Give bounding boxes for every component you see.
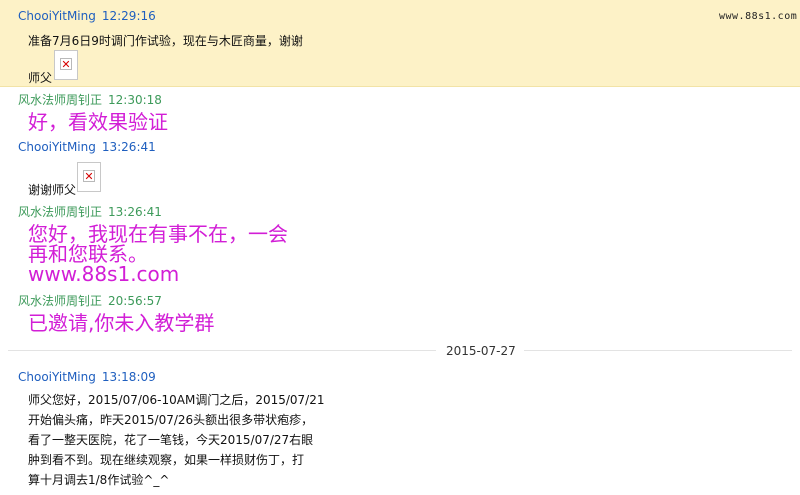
timestamp: 13:26:41 <box>108 205 162 219</box>
sender-name[interactable]: ChooiYitMing <box>18 370 96 384</box>
message-text: 好，看效果验证 <box>28 110 168 134</box>
message-line: 看了一整天医院，花了一笔钱，今天2015/07/27右眼 <box>28 433 314 447</box>
sender-name[interactable]: 风水法师周钊正 <box>18 205 102 219</box>
sender-name[interactable]: ChooiYitMing <box>18 140 96 154</box>
message-text: 谢谢师父 <box>28 183 77 197</box>
timestamp: 13:26:41 <box>101 140 156 154</box>
date-divider-right <box>524 350 792 351</box>
message-link[interactable]: www.88s1.com <box>28 263 179 285</box>
message-text: 师父 <box>28 71 53 85</box>
broken-image[interactable]: ✕ <box>77 162 101 192</box>
broken-image[interactable]: ✕ <box>54 50 78 80</box>
date-divider-left <box>8 350 436 351</box>
broken-image-icon: ✕ <box>60 58 72 71</box>
message-text: 准备7月6日9时调门作试验，现在与木匠商量，谢谢 <box>28 34 303 48</box>
timestamp: 12:30:18 <box>108 93 162 107</box>
message-text: 已邀请,你未入教学群 <box>28 311 215 335</box>
sender-name[interactable]: ChooiYitMing <box>18 9 96 23</box>
sender-name[interactable]: 风水法师周钊正 <box>18 93 102 107</box>
message-header: ChooiYitMing 12:29:16 <box>18 9 156 23</box>
message-line: 算十月调去1/8作试验^_^ <box>28 473 170 487</box>
message-line: 肿到看不到。现在继续观察，如果一样损财伤丁，打 <box>28 453 305 467</box>
message-paragraph: 师父您好，2015/07/06-10AM调门之后，2015/07/21 开始偏头… <box>28 390 325 490</box>
message-header: ChooiYitMing 13:26:41 <box>18 140 156 154</box>
sender-name[interactable]: 风水法师周钊正 <box>18 294 102 308</box>
message-header: ChooiYitMing 13:18:09 <box>18 370 156 384</box>
message-line: 开始偏头痛，昨天2015/07/26头额出很多带状疱疹， <box>28 413 314 427</box>
timestamp: 20:56:57 <box>108 294 162 308</box>
message-header: 风水法师周钊正 13:26:41 <box>18 203 162 220</box>
timestamp: 12:29:16 <box>101 9 156 23</box>
message-header: 风水法师周钊正 20:56:57 <box>18 292 162 309</box>
broken-image-icon: ✕ <box>83 170 95 183</box>
message-line: 师父您好，2015/07/06-10AM调门之后，2015/07/21 <box>28 393 325 407</box>
date-separator: 2015-07-27 <box>446 344 516 358</box>
timestamp: 13:18:09 <box>101 370 156 384</box>
message-header: 风水法师周钊正 12:30:18 <box>18 91 162 108</box>
watermark: www.88s1.com <box>719 11 798 22</box>
